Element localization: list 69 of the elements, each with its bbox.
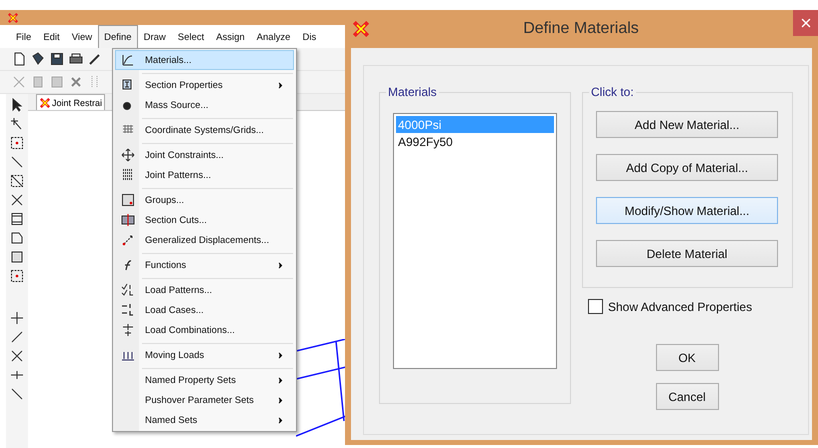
menu-entry[interactable]: Load Cases...: [115, 300, 294, 320]
printer-icon[interactable]: [69, 52, 83, 66]
menu-item[interactable]: Define: [98, 25, 138, 48]
intersection-icon[interactable]: [10, 349, 24, 363]
submenu-arrow-icon: [276, 396, 285, 404]
graph-icon[interactable]: [121, 53, 135, 67]
save-icon[interactable]: [50, 52, 64, 66]
section-cut-icon[interactable]: [121, 213, 135, 227]
menu-entry[interactable]: Materials...: [115, 50, 294, 70]
menu-entry[interactable]: Section Cuts...: [115, 210, 294, 230]
menu-entry[interactable]: Functions: [115, 250, 294, 275]
app-logo-icon: [8, 12, 18, 22]
menu-item[interactable]: Analyze: [250, 25, 296, 48]
displacement-icon[interactable]: [121, 233, 135, 247]
dialog-title: Define Materials: [522, 20, 640, 38]
app-logo-icon: [353, 21, 369, 37]
menu-entry[interactable]: Groups...: [115, 185, 294, 210]
square-icon[interactable]: [10, 250, 24, 264]
close-button[interactable]: [793, 10, 818, 36]
menu-entry[interactable]: Named Sets: [115, 410, 294, 430]
menu-item[interactable]: Draw: [138, 25, 172, 48]
move-arrows-icon[interactable]: [121, 148, 135, 162]
checkbox[interactable]: [588, 299, 603, 314]
submenu-arrow-icon: [276, 260, 285, 270]
submenu-arrow-icon: [276, 376, 285, 384]
menu-entry[interactable]: Generalized Displacements...: [115, 230, 294, 250]
diagonal-select-icon[interactable]: [10, 174, 24, 188]
select-area-icon[interactable]: [10, 269, 24, 283]
dot-grid-icon[interactable]: [121, 168, 135, 182]
cross-select-icon[interactable]: [10, 193, 24, 207]
action-button[interactable]: Add Copy of Material...: [596, 154, 778, 181]
menu-item[interactable]: File: [10, 25, 38, 48]
group-title: Materials: [387, 85, 438, 99]
menu-entry[interactable]: Named Property Sets: [115, 365, 294, 390]
list-item[interactable]: A992Fy50: [396, 133, 554, 150]
group-icon[interactable]: [121, 193, 135, 207]
menu-entry[interactable]: Joint Patterns...: [115, 165, 294, 185]
checklist-icon[interactable]: [121, 283, 135, 297]
pointer-icon[interactable]: [10, 98, 24, 112]
menu-entry[interactable]: Pushover Parameter Sets: [115, 390, 294, 410]
point-icon[interactable]: [10, 136, 24, 150]
menu-entry[interactable]: Joint Constraints...: [115, 140, 294, 165]
submenu-arrow-icon: [276, 350, 285, 360]
ok-button[interactable]: OK: [656, 344, 718, 371]
menu-item[interactable]: Edit: [37, 25, 66, 48]
document-tab[interactable]: Joint Restrai: [36, 94, 106, 110]
delete-icon[interactable]: [69, 75, 83, 89]
action-button[interactable]: Delete Material: [596, 240, 778, 267]
action-button[interactable]: Add New Material...: [596, 111, 778, 138]
menu-item[interactable]: Assign: [210, 25, 251, 48]
area-icon[interactable]: [10, 231, 24, 245]
menu-entry[interactable]: Mass Source...: [115, 95, 294, 115]
menu-item[interactable]: Select: [172, 25, 210, 48]
menu-item[interactable]: View: [66, 25, 98, 48]
action-button[interactable]: Modify/Show Material...: [596, 197, 778, 224]
checkbox-label: Show Advanced Properties: [608, 300, 752, 314]
group-title: Click to:: [590, 85, 635, 99]
cancel-button[interactable]: Cancel: [656, 383, 718, 410]
submenu-arrow-icon: [276, 416, 285, 424]
line-icon[interactable]: [10, 155, 24, 169]
frame-icon[interactable]: [10, 212, 24, 226]
submenu-arrow-icon: [276, 80, 285, 90]
menu-entry[interactable]: Load Combinations...: [115, 320, 294, 340]
menu-entry[interactable]: Load Patterns...: [115, 275, 294, 300]
menu-entry[interactable]: Coordinate Systems/Grids...: [115, 115, 294, 140]
menu-entry[interactable]: Moving Loads: [115, 340, 294, 365]
menu-item[interactable]: Dis: [296, 25, 322, 48]
app-logo-icon: [40, 98, 50, 108]
document-icon[interactable]: [12, 52, 26, 66]
